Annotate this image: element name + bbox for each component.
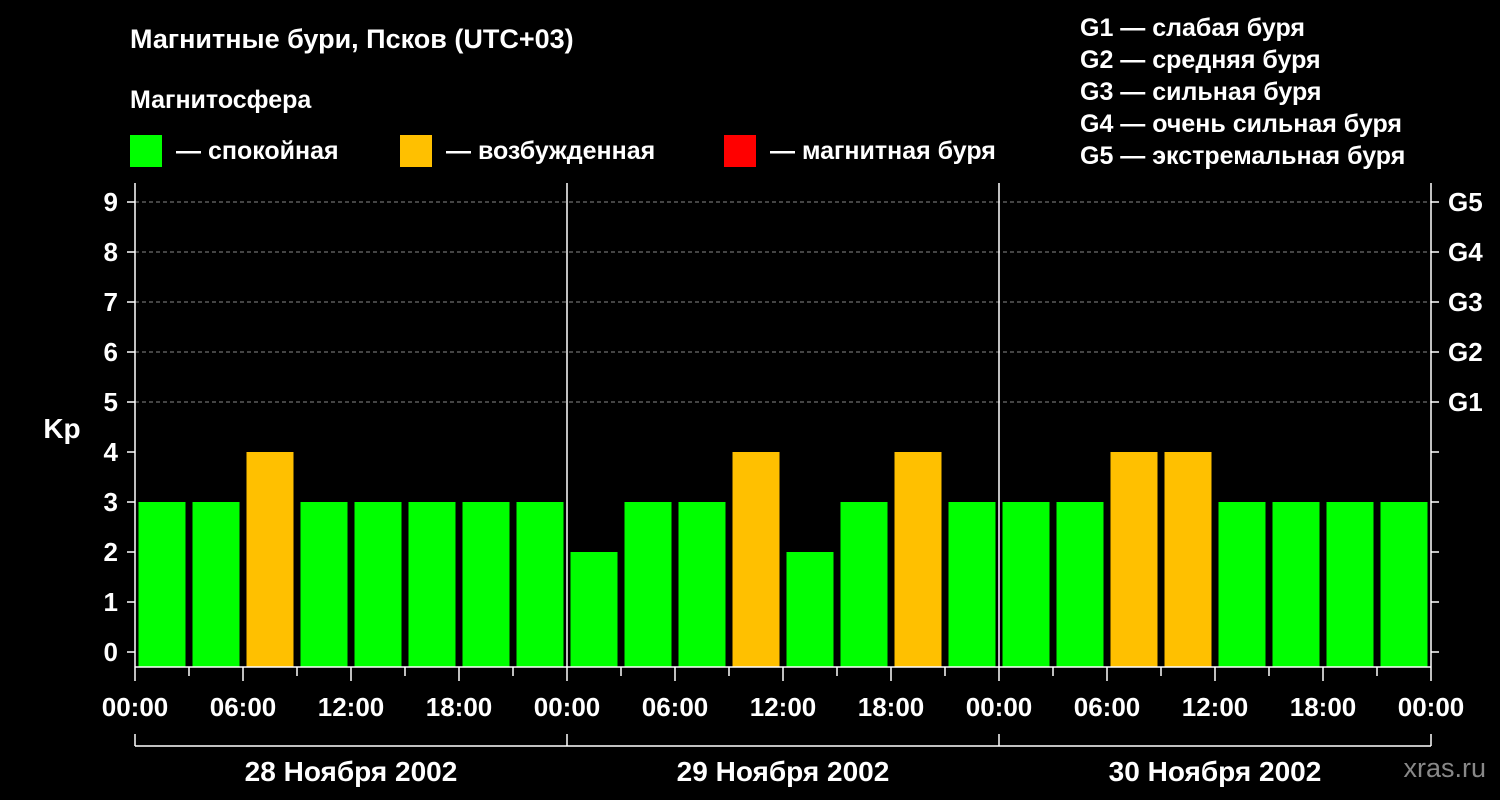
kp-bar-3 [246, 452, 294, 667]
y-tick-label-7: 7 [104, 287, 118, 317]
x-tick-label-12: 00:00 [1398, 692, 1465, 722]
y-tick-label-1: 1 [104, 587, 118, 617]
kp-chart: 0 1 2 3 4 5 6 7 8 9 G1 G2 G3 G4 G5 Kp 00:00 06:00 12:00 18:… [43, 183, 1483, 787]
kp-bar-9 [570, 552, 618, 667]
kp-bar-15 [894, 452, 942, 667]
y-tick-label-0: 0 [104, 637, 118, 667]
x-tick-label-3: 18:00 [426, 692, 493, 722]
y-tick-label-3: 3 [104, 487, 118, 517]
kp-bar-24 [1380, 502, 1428, 667]
kp-bar-14 [840, 502, 888, 667]
kp-bar-12 [732, 452, 780, 667]
x-tick-label-10: 12:00 [1182, 692, 1249, 722]
kp-bar-13 [786, 552, 834, 667]
x-tick-label-5: 06:00 [642, 692, 709, 722]
x-tick-label-9: 06:00 [1074, 692, 1141, 722]
kp-bar-21 [1218, 502, 1266, 667]
kp-bar-18 [1056, 502, 1104, 667]
x-tick-label-11: 18:00 [1290, 692, 1357, 722]
kp-bar-19 [1110, 452, 1158, 667]
g-level-label-g4: G4 [1448, 237, 1483, 267]
x-tick-label-7: 18:00 [858, 692, 925, 722]
x-tick-label-0: 00:00 [102, 692, 169, 722]
kp-bar-7 [462, 502, 510, 667]
y-tick-label-8: 8 [104, 237, 118, 267]
day-label-1: 28 Ноября 2002 [245, 756, 458, 787]
g-level-label-g1: G1 [1448, 387, 1483, 417]
kp-bar-2 [192, 502, 240, 667]
kp-bar-6 [408, 502, 456, 667]
y-tick-label-5: 5 [104, 387, 118, 417]
kp-bar-23 [1326, 502, 1374, 667]
kp-bar-4 [300, 502, 348, 667]
kp-bar-16 [948, 502, 996, 667]
kp-bar-10 [624, 502, 672, 667]
kp-bar-17 [1002, 502, 1050, 667]
kp-bar-8 [516, 502, 564, 667]
kp-bar-22 [1272, 502, 1320, 667]
day-label-2: 29 Ноября 2002 [677, 756, 890, 787]
x-tick-label-8: 00:00 [966, 692, 1033, 722]
y-tick-label-9: 9 [104, 187, 118, 217]
x-tick-label-1: 06:00 [210, 692, 277, 722]
y-axis-label: Kp [43, 413, 80, 444]
kp-bar-20 [1164, 452, 1212, 667]
kp-bar-11 [678, 502, 726, 667]
y-tick-label-4: 4 [104, 437, 119, 467]
x-tick-label-4: 00:00 [534, 692, 601, 722]
y-tick-label-6: 6 [104, 337, 118, 367]
x-tick-label-6: 12:00 [750, 692, 817, 722]
kp-bar-5 [354, 502, 402, 667]
watermark: xras.ru [1403, 753, 1486, 783]
kp-bar-1 [138, 502, 186, 667]
g-level-label-g3: G3 [1448, 287, 1483, 317]
day-label-3: 30 Ноября 2002 [1109, 756, 1322, 787]
x-tick-label-2: 12:00 [318, 692, 385, 722]
g-level-label-g2: G2 [1448, 337, 1483, 367]
g-level-label-g5: G5 [1448, 187, 1483, 217]
y-tick-label-2: 2 [104, 537, 118, 567]
